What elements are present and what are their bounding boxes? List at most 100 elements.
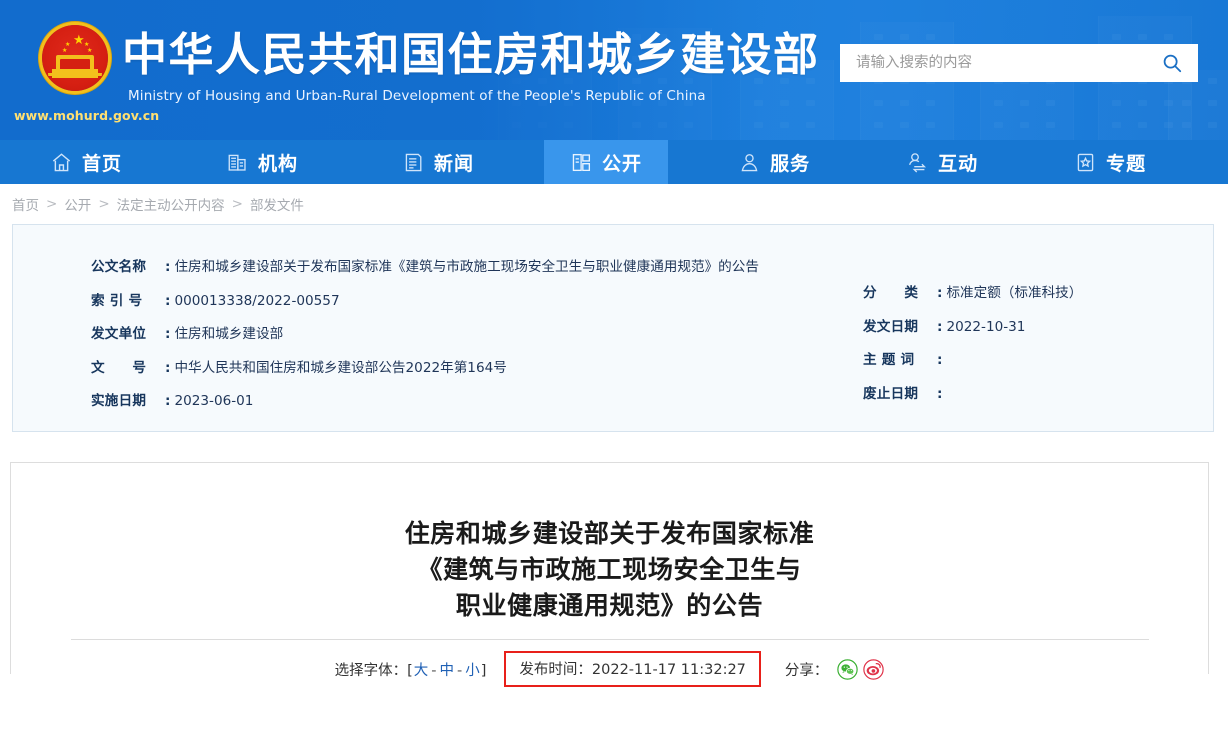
metadata-row-index-number: 索 引 号 : 000013338/2022-00557 bbox=[91, 285, 759, 319]
metadata-value: 住房和城乡建设部 bbox=[174, 318, 283, 352]
nav-spacer bbox=[148, 140, 200, 184]
star-topic-icon bbox=[1074, 151, 1097, 174]
metadata-label: 废止日期 bbox=[863, 378, 937, 412]
site-header: ★ ★★ ★★ www.mohurd.gov.cn 中华人民共和国住房和城乡建设… bbox=[0, 0, 1228, 140]
site-url-text: www.mohurd.gov.cn bbox=[14, 108, 159, 123]
building-icon bbox=[226, 151, 249, 174]
article-title-line-3: 职业健康通用规范》的公告 bbox=[456, 591, 763, 620]
metadata-row-document-number: 文 号 : 中华人民共和国住房和城乡建设部公告2022年第164号 bbox=[91, 352, 759, 386]
nav-item-interaction[interactable]: 互动 bbox=[880, 140, 1004, 184]
open-disclosure-icon bbox=[570, 151, 593, 174]
metadata-row-issue-date: 发文日期 : 2022-10-31 bbox=[863, 311, 1082, 345]
breadcrumb-item-2[interactable]: 法定主动公开内容 bbox=[117, 194, 225, 214]
metadata-label: 分 类 bbox=[863, 277, 937, 311]
home-icon bbox=[50, 151, 73, 174]
breadcrumb-separator: > bbox=[46, 196, 57, 212]
publish-time-label: 发布时间： bbox=[519, 662, 592, 678]
article-title-line-2: 《建筑与市政施工现场安全卫生与 bbox=[417, 555, 801, 584]
metadata-row-issuing-unit: 发文单位 : 住房和城乡建设部 bbox=[91, 318, 759, 352]
nav-item-service[interactable]: 服务 bbox=[712, 140, 836, 184]
font-size-label: 选择字体： bbox=[335, 663, 408, 679]
nav-label-service: 服务 bbox=[770, 149, 810, 176]
nav-label-home: 首页 bbox=[82, 149, 122, 176]
font-size-medium[interactable]: 中 bbox=[440, 663, 455, 679]
metadata-row-category: 分 类 : 标准定额（标准科技） bbox=[863, 277, 1082, 311]
breadcrumb-item-1[interactable]: 公开 bbox=[64, 194, 91, 214]
metadata-value: 标准定额（标准科技） bbox=[946, 277, 1082, 311]
metadata-value: 2023-06-01 bbox=[174, 385, 253, 419]
share-label: 分享： bbox=[785, 659, 829, 680]
nav-label-topics: 专题 bbox=[1106, 149, 1146, 176]
bracket-close: ] bbox=[481, 663, 487, 679]
nav-item-institutions[interactable]: 机构 bbox=[200, 140, 324, 184]
metadata-row-doc-name: 公文名称 : 住房和城乡建设部关于发布国家标准《建筑与市政施工现场安全卫生与职业… bbox=[91, 251, 759, 285]
metadata-colon: : bbox=[937, 378, 942, 412]
font-size-small[interactable]: 小 bbox=[465, 663, 480, 679]
search-button[interactable] bbox=[1146, 44, 1198, 82]
breadcrumb-separator: > bbox=[232, 196, 243, 212]
metadata-label: 实施日期 bbox=[91, 385, 165, 419]
breadcrumb-item-3[interactable]: 部发文件 bbox=[250, 194, 304, 214]
article-toolbar: 选择字体：[大-中-小] 发布时间：2022-11-17 11:32:27 分享… bbox=[11, 651, 1208, 687]
metadata-row-repeal-date: 废止日期 : bbox=[863, 378, 1082, 412]
document-metadata-panel: 公文名称 : 住房和城乡建设部关于发布国家标准《建筑与市政施工现场安全卫生与职业… bbox=[12, 224, 1214, 432]
article-title-line-1: 住房和城乡建设部关于发布国家标准 bbox=[405, 519, 815, 548]
share-section: 分享： bbox=[785, 659, 885, 680]
person-service-icon bbox=[738, 151, 761, 174]
metadata-value: 住房和城乡建设部关于发布国家标准《建筑与市政施工现场安全卫生与职业健康通用规范》… bbox=[174, 251, 759, 285]
main-navigation: 首页 机构 新闻 bbox=[0, 140, 1228, 184]
font-size-large[interactable]: 大 bbox=[414, 663, 429, 679]
metadata-value: 中华人民共和国住房和城乡建设部公告2022年第164号 bbox=[174, 352, 506, 386]
metadata-value: 2022-10-31 bbox=[946, 311, 1025, 345]
nav-label-news: 新闻 bbox=[434, 149, 474, 176]
metadata-right-column: 分 类 : 标准定额（标准科技） 发文日期 : 2022-10-31 主 题 词… bbox=[863, 277, 1082, 411]
metadata-colon: : bbox=[165, 251, 170, 285]
wechat-share-icon[interactable] bbox=[837, 659, 858, 680]
nav-spacer bbox=[668, 140, 712, 184]
search-input[interactable] bbox=[840, 45, 1146, 81]
metadata-label: 索 引 号 bbox=[91, 285, 165, 319]
news-document-icon bbox=[402, 151, 425, 174]
nav-item-topics[interactable]: 专题 bbox=[1048, 140, 1172, 184]
article-divider bbox=[71, 639, 1149, 640]
interaction-icon bbox=[906, 151, 929, 174]
page-title: 住房和城乡建设部关于发布国家标准 《建筑与市政施工现场安全卫生与 职业健康通用规… bbox=[11, 480, 1208, 624]
metadata-label: 主 题 词 bbox=[863, 344, 937, 378]
font-size-picker: 选择字体：[大-中-小] bbox=[335, 659, 487, 680]
nav-label-institutions: 机构 bbox=[258, 149, 298, 176]
bracket-open: [ bbox=[407, 663, 413, 679]
metadata-row-subject-terms: 主 题 词 : bbox=[863, 344, 1082, 378]
publish-time-box: 发布时间：2022-11-17 11:32:27 bbox=[504, 651, 761, 687]
metadata-label: 发文单位 bbox=[91, 318, 165, 352]
metadata-colon: : bbox=[937, 344, 942, 378]
nav-item-news[interactable]: 新闻 bbox=[376, 140, 500, 184]
site-subtitle: Ministry of Housing and Urban-Rural Deve… bbox=[128, 88, 706, 104]
nav-item-home[interactable]: 首页 bbox=[24, 140, 148, 184]
metadata-colon: : bbox=[937, 311, 942, 345]
metadata-row-effective-date: 实施日期 : 2023-06-01 bbox=[91, 385, 759, 419]
metadata-colon: : bbox=[165, 385, 170, 419]
metadata-colon: : bbox=[165, 352, 170, 386]
metadata-label: 文 号 bbox=[91, 352, 165, 386]
metadata-colon: : bbox=[165, 285, 170, 319]
search-icon bbox=[1161, 52, 1183, 74]
article-container: 住房和城乡建设部关于发布国家标准 《建筑与市政施工现场安全卫生与 职业健康通用规… bbox=[10, 462, 1209, 674]
metadata-value: 000013338/2022-00557 bbox=[174, 285, 339, 319]
search-box[interactable] bbox=[840, 44, 1198, 82]
nav-label-disclosure: 公开 bbox=[602, 149, 642, 176]
metadata-left-column: 公文名称 : 住房和城乡建设部关于发布国家标准《建筑与市政施工现场安全卫生与职业… bbox=[91, 251, 759, 419]
metadata-colon: : bbox=[937, 277, 942, 311]
font-size-dash: - bbox=[431, 663, 436, 679]
nav-item-disclosure[interactable]: 公开 bbox=[544, 140, 668, 184]
breadcrumb-item-0[interactable]: 首页 bbox=[12, 194, 39, 214]
site-title: 中华人民共和国住房和城乡建设部 bbox=[122, 29, 820, 81]
nav-spacer bbox=[324, 140, 376, 184]
nav-spacer bbox=[500, 140, 544, 184]
metadata-label: 发文日期 bbox=[863, 311, 937, 345]
font-size-dash: - bbox=[457, 663, 462, 679]
weibo-share-icon[interactable] bbox=[863, 659, 884, 680]
breadcrumb: 首页 > 公开 > 法定主动公开内容 > 部发文件 bbox=[0, 184, 1228, 224]
publish-time-value: 2022-11-17 11:32:27 bbox=[592, 662, 746, 678]
nav-spacer bbox=[836, 140, 880, 184]
breadcrumb-separator: > bbox=[98, 196, 109, 212]
